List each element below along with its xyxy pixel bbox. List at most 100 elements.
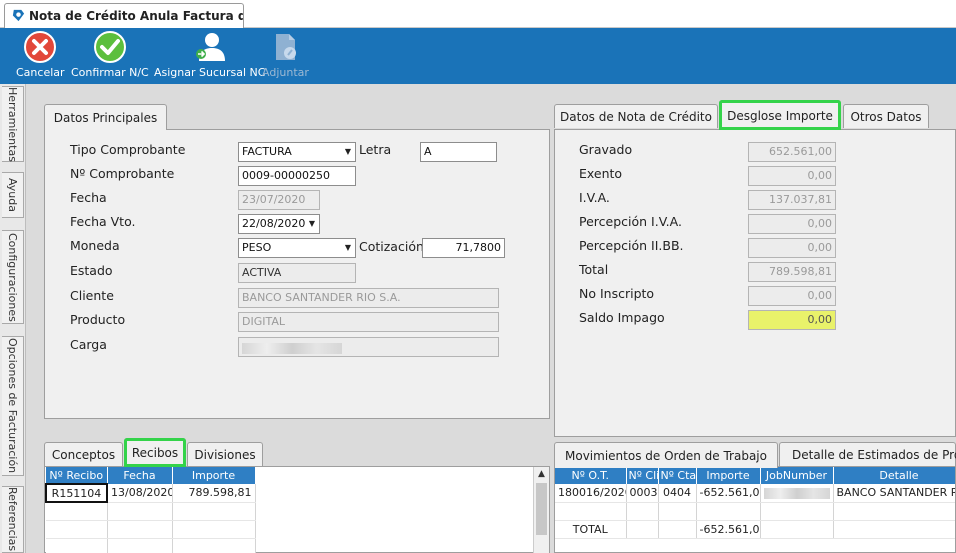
- label-fecha-vto: Fecha Vto.: [70, 214, 136, 229]
- table-row[interactable]: 180016/2020 0003 0404 -652.561,00 BANCO …: [555, 484, 955, 503]
- toolbar: Cancelar Confirmar N/C Asignar Sucursal …: [0, 28, 956, 84]
- desglose-label: Percepción II.BB.: [579, 238, 684, 253]
- cta-cell[interactable]: 0404: [658, 484, 697, 503]
- recibo-cell[interactable]: R151104: [45, 483, 108, 503]
- tab-label: Divisiones: [194, 447, 256, 462]
- producto-field: DIGITAL: [238, 312, 499, 332]
- desglose-value-field: 0,00: [748, 166, 836, 186]
- column-header[interactable]: Importe: [696, 467, 761, 484]
- tipo-comprobante-value: FACTURA: [242, 145, 292, 158]
- tab-label: Datos Principales: [53, 110, 158, 125]
- tab-label: Movimientos de Orden de Trabajo: [565, 448, 767, 463]
- column-header[interactable]: Nº Recibo: [46, 467, 108, 484]
- jobnumber-cell[interactable]: [760, 484, 834, 503]
- label-producto: Producto: [70, 312, 126, 327]
- desglose-value-field: 652.561,00: [748, 142, 836, 162]
- tab-datos-nota-credito[interactable]: Datos de Nota de Crédito: [554, 104, 718, 128]
- sidebar-tab-opciones-facturacion[interactable]: Opciones de Facturación: [2, 336, 24, 476]
- fecha-cell[interactable]: 13/08/2020: [107, 484, 173, 503]
- fecha-vto-value: 22/08/2020: [242, 217, 306, 230]
- total-value: -652.561,00: [696, 520, 761, 539]
- tab-label: Desglose Importe: [727, 108, 833, 123]
- cotizacion-field[interactable]: 71,7800: [422, 238, 505, 258]
- sidebar-tab-configuraciones[interactable]: Configuraciones: [2, 230, 24, 324]
- column-header[interactable]: Nº O.T.: [555, 467, 627, 484]
- numero-comprobante-field[interactable]: 0009-00000250: [238, 166, 356, 186]
- desglose-value-field: 0,00: [748, 238, 836, 258]
- cli-cell[interactable]: 0003: [626, 484, 659, 503]
- chevron-down-icon: ▼: [308, 219, 316, 228]
- tipo-comprobante-select[interactable]: FACTURA ▼: [238, 142, 356, 162]
- vertical-scrollbar[interactable]: ▲: [533, 467, 549, 553]
- cancel-label: Cancelar: [16, 66, 65, 79]
- tab-otros-datos[interactable]: Otros Datos: [843, 104, 929, 128]
- cancel-button[interactable]: Cancelar: [16, 30, 65, 79]
- desglose-value-field: 0,00: [748, 214, 836, 234]
- attach-button[interactable]: Adjuntar: [262, 30, 309, 79]
- detalle-cell[interactable]: BANCO SANTANDER RIO: [833, 484, 955, 503]
- tab-desglose-importe[interactable]: Desglose Importe: [719, 100, 841, 130]
- label-tipo-comprobante: Tipo Comprobante: [70, 142, 186, 157]
- tab-movimientos-orden-trabajo[interactable]: Movimientos de Orden de Trabajo: [554, 442, 778, 468]
- label-fecha: Fecha: [70, 190, 107, 205]
- label-letra: Letra: [359, 142, 392, 157]
- importe-cell[interactable]: -652.561,00: [696, 484, 761, 503]
- column-header[interactable]: Importe: [172, 467, 256, 484]
- assign-branch-button[interactable]: Asignar Sucursal NC: [154, 30, 265, 79]
- sidebar-tab-herramientas[interactable]: Herramientas: [2, 86, 24, 162]
- sidebar-tab-referencias[interactable]: Referencias: [2, 486, 24, 553]
- document-icon: [12, 9, 25, 22]
- desglose-label: No Inscripto: [579, 286, 655, 301]
- sidebar-tab-ayuda[interactable]: Ayuda: [2, 172, 24, 218]
- label-cotizacion: Cotización: [359, 239, 424, 254]
- column-header[interactable]: Fecha: [107, 467, 173, 484]
- label-moneda: Moneda: [70, 238, 120, 253]
- desglose-importe-panel: Gravado 652.561,00 Exento 0,00 I.V.A. 137.037…: [554, 129, 956, 437]
- importe-cell[interactable]: 789.598,81: [172, 484, 256, 503]
- redacted-value: [763, 487, 830, 499]
- total-label: TOTAL: [555, 520, 627, 539]
- fecha-field: 23/07/2020: [238, 190, 320, 210]
- confirm-nc-button[interactable]: Confirmar N/C: [71, 30, 149, 79]
- scroll-up-icon[interactable]: ▲: [534, 467, 549, 481]
- recibos-panel: Nº Recibo Fecha Importe R151104 13/08/20…: [44, 466, 550, 553]
- letra-field[interactable]: A: [420, 142, 497, 162]
- document-tab[interactable]: Nota de Crédito Anula Factura de...: [4, 3, 244, 28]
- column-header[interactable]: Detalle: [833, 467, 955, 484]
- sidebar-tab-label: Herramientas: [6, 86, 19, 162]
- chevron-down-icon: ▼: [344, 147, 352, 156]
- tab-label: Datos de Nota de Crédito: [560, 109, 712, 124]
- tab-conceptos[interactable]: Conceptos: [44, 442, 123, 466]
- tab-label: Recibos: [131, 446, 179, 460]
- fecha-vto-picker[interactable]: 22/08/2020 ▼: [238, 214, 320, 234]
- table-row: [46, 502, 256, 521]
- cancel-icon: [24, 31, 57, 63]
- datos-principales-panel: Tipo Comprobante FACTURA ▼ Letra A Nº Com…: [44, 129, 550, 419]
- movimientos-panel: Nº O.T. Nº Cli Nº Cta Importe JobNumber …: [554, 466, 956, 553]
- sidebar-tab-label: Opciones de Facturación: [6, 338, 19, 474]
- desglose-value-field: 789.598,81: [748, 262, 836, 282]
- recibos-table: Nº Recibo Fecha Importe R151104 13/08/20…: [45, 467, 256, 553]
- desglose-value-field: 137.037,81: [748, 190, 836, 210]
- column-header[interactable]: Nº Cli: [626, 467, 659, 484]
- column-header[interactable]: Nº Cta: [658, 467, 697, 484]
- label-estado: Estado: [70, 263, 113, 278]
- column-header[interactable]: JobNumber: [760, 467, 834, 484]
- table-row[interactable]: R151104 13/08/2020 789.598,81: [45, 483, 256, 503]
- tab-detalle-estimados[interactable]: Detalle de Estimados de Pro: [779, 442, 956, 466]
- ot-cell[interactable]: 180016/2020: [555, 484, 627, 503]
- tab-divisiones[interactable]: Divisiones: [187, 442, 263, 466]
- tab-label: Conceptos: [51, 447, 116, 462]
- label-cliente: Cliente: [70, 288, 114, 303]
- workspace: Datos Principales Tipo Comprobante FACTU…: [26, 84, 956, 553]
- carga-field: [238, 337, 499, 357]
- attach-label: Adjuntar: [262, 66, 309, 79]
- redacted-value: [242, 343, 342, 354]
- moneda-select[interactable]: PESO ▼: [238, 238, 356, 258]
- tab-recibos[interactable]: Recibos: [124, 438, 186, 467]
- total-row: TOTAL -652.561,00: [555, 520, 955, 539]
- tab-datos-principales[interactable]: Datos Principales: [44, 104, 167, 130]
- checkmark-icon: [93, 31, 126, 63]
- scrollbar-thumb[interactable]: [536, 483, 547, 535]
- document-tabstrip: Nota de Crédito Anula Factura de...: [0, 0, 956, 28]
